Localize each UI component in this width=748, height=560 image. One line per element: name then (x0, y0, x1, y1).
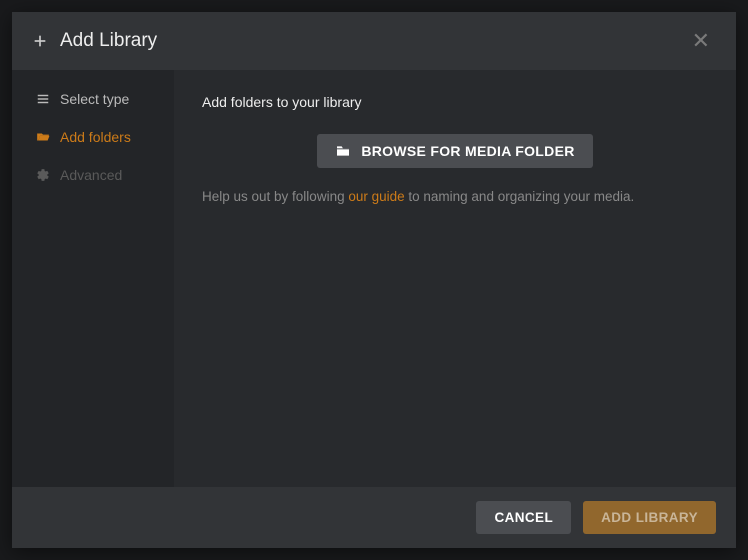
add-library-button-label: ADD LIBRARY (601, 510, 698, 525)
help-suffix: to naming and organizing your media. (405, 189, 635, 204)
close-icon[interactable]: ✕ (686, 28, 716, 54)
list-icon (36, 92, 50, 106)
modal-title: Add Library (60, 30, 686, 52)
folder-icon (335, 143, 351, 159)
sidebar-item-advanced: Advanced (12, 156, 174, 194)
browse-button-label: BROWSE FOR MEDIA FOLDER (361, 143, 574, 159)
browse-row: BROWSE FOR MEDIA FOLDER (202, 134, 708, 168)
folder-open-icon (36, 130, 50, 144)
plus-icon (32, 33, 48, 49)
sidebar-item-label: Select type (60, 91, 129, 107)
sidebar-item-add-folders[interactable]: Add folders (12, 118, 174, 156)
modal-body: Select type Add folders Advanced (12, 70, 736, 487)
cancel-button[interactable]: CANCEL (476, 501, 571, 534)
add-library-modal: Add Library ✕ Select type (12, 12, 736, 548)
modal-header: Add Library ✕ (12, 12, 736, 70)
gear-icon (36, 168, 50, 182)
sidebar-item-select-type[interactable]: Select type (12, 80, 174, 118)
sidebar-item-label: Advanced (60, 167, 122, 183)
instruction-text: Add folders to your library (202, 94, 708, 110)
modal-footer: CANCEL ADD LIBRARY (12, 487, 736, 548)
main-panel: Add folders to your library BROWSE FOR M… (174, 70, 736, 487)
add-library-button[interactable]: ADD LIBRARY (583, 501, 716, 534)
help-prefix: Help us out by following (202, 189, 348, 204)
our-guide-link[interactable]: our guide (348, 189, 404, 204)
browse-for-media-folder-button[interactable]: BROWSE FOR MEDIA FOLDER (317, 134, 592, 168)
sidebar: Select type Add folders Advanced (12, 70, 174, 487)
cancel-button-label: CANCEL (494, 510, 553, 525)
sidebar-item-label: Add folders (60, 129, 131, 145)
help-text: Help us out by following our guide to na… (202, 188, 708, 207)
